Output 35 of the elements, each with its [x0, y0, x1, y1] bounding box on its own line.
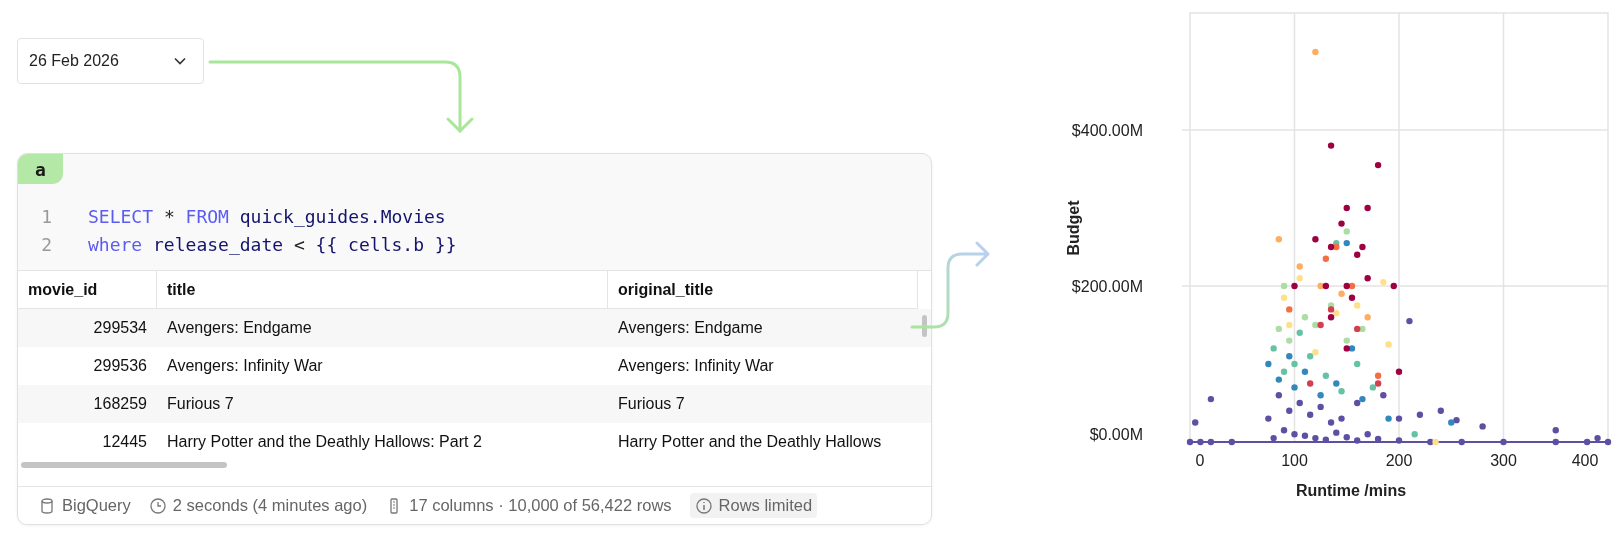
column-header[interactable]: original_title [608, 271, 918, 309]
axis-label: 200 [1385, 452, 1413, 469]
table-cell-text: Harry Potter and the Deathly Hallows: Part 2 [166, 432, 483, 452]
axis-label: $400.00M [1071, 122, 1143, 139]
axis-label: 300 [1490, 452, 1517, 469]
table-cell-text: Furious 7 [166, 394, 235, 414]
status-text: 2 seconds (4 minutes ago) [172, 496, 368, 515]
status-text: 17 columns · 10,000 of 56,422 rows [409, 496, 672, 515]
table-cell-text: 299536 [92, 356, 148, 376]
table-cell-text: Avengers: Endgame [166, 318, 313, 338]
status-text: BigQuery [62, 496, 131, 515]
code-line: where release_date < {{ cells.b }} [88, 234, 457, 255]
column-header[interactable]: title [157, 271, 608, 309]
axis-label: 100 [1281, 452, 1308, 469]
table-cell-text: Avengers: Infinity War [617, 356, 775, 376]
table-cell-text: 12445 [101, 432, 148, 452]
line-number: 1 [40, 206, 52, 227]
axis-label: 400 [1571, 452, 1599, 469]
date-dropdown[interactable]: 26 Feb 2026 [17, 38, 204, 84]
code-line: SELECT * FROM quick_guides.Movies [88, 206, 446, 227]
column-header[interactable]: movie_id [18, 271, 157, 309]
table-cell-text: 299534 [92, 318, 148, 338]
line-number: 2 [40, 234, 52, 255]
axis-title: Runtime /mins [1295, 482, 1407, 499]
axis-title: Budget [1065, 200, 1082, 256]
status-text: Rows limited [718, 496, 813, 515]
cell-tab[interactable]: a [18, 154, 63, 184]
axis-label: $0.00M [1089, 426, 1143, 443]
table-cell-text: Avengers: Infinity War [166, 356, 324, 376]
table-cell-text: Harry Potter and the Deathly Hallows [617, 432, 883, 452]
table-cell-text: 168259 [92, 394, 148, 414]
table-cell-text: Avengers: Endgame [617, 318, 764, 338]
table-cell-text: Furious 7 [617, 394, 686, 414]
axis-label: 0 [1195, 452, 1205, 469]
axis-label: $200.00M [1071, 278, 1143, 295]
